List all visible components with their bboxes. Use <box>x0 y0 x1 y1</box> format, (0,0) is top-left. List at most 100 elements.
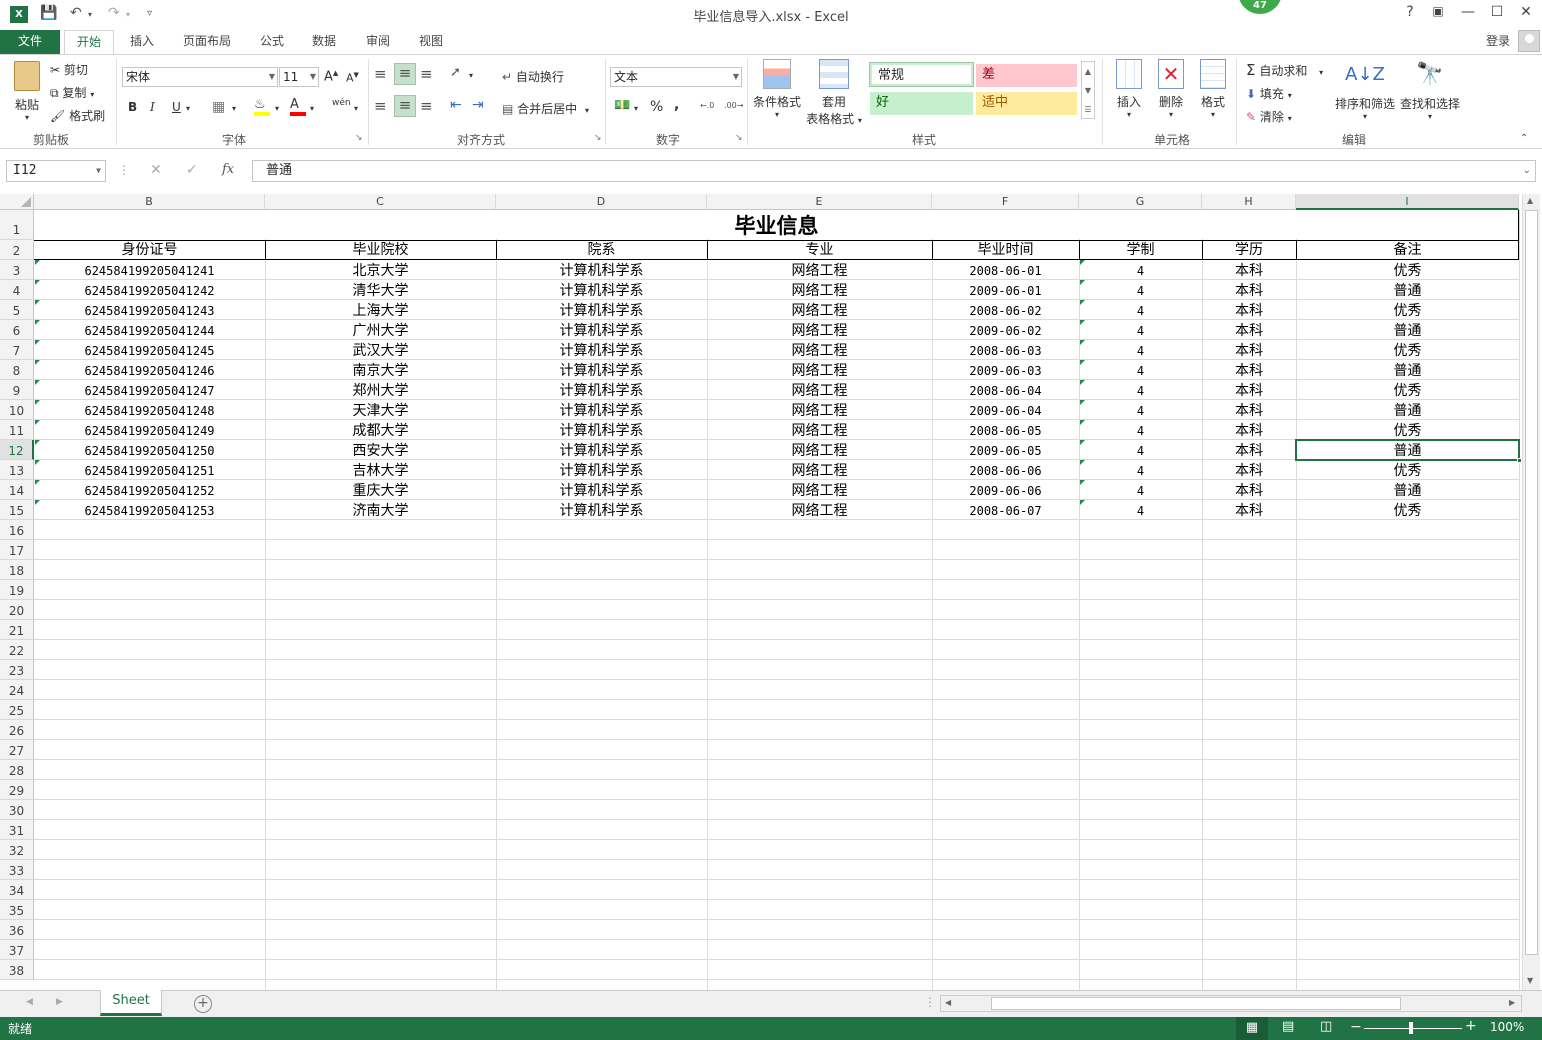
column-header-d[interactable]: D <box>496 194 707 210</box>
next-sheet-icon[interactable]: ▶ <box>56 997 63 1007</box>
table-cell[interactable]: 4 <box>1079 380 1202 400</box>
avatar[interactable] <box>1518 30 1540 52</box>
row-header-37[interactable]: 37 <box>0 940 34 960</box>
table-cell[interactable]: 624584199205041247 <box>34 380 265 400</box>
row-header-19[interactable]: 19 <box>0 580 34 600</box>
formula-input[interactable]: 普通 ⌄ <box>252 160 1536 182</box>
table-cell[interactable]: 西安大学 <box>265 440 496 460</box>
table-cell[interactable]: 上海大学 <box>265 300 496 320</box>
insert-function-icon[interactable]: fx <box>222 162 234 177</box>
sheet-title[interactable]: 毕业信息 <box>34 210 1519 240</box>
align-bottom-icon[interactable]: ≡ <box>420 65 433 83</box>
table-cell[interactable]: 2009-06-01 <box>932 280 1079 300</box>
tab-formulas[interactable]: 公式 <box>250 30 294 54</box>
table-cell[interactable]: 计算机科学系 <box>496 320 707 340</box>
decrease-decimal-icon[interactable]: .00→ <box>724 101 743 110</box>
scroll-up-icon[interactable]: ▲ <box>1527 196 1533 205</box>
table-cell[interactable]: 优秀 <box>1296 460 1519 480</box>
table-cell[interactable]: 广州大学 <box>265 320 496 340</box>
table-cell[interactable]: 4 <box>1079 420 1202 440</box>
table-cell[interactable]: 优秀 <box>1296 340 1519 360</box>
table-cell[interactable]: 624584199205041252 <box>34 480 265 500</box>
table-cell[interactable]: 2008-06-06 <box>932 460 1079 480</box>
table-cell[interactable]: 吉林大学 <box>265 460 496 480</box>
table-cell[interactable]: 网络工程 <box>707 340 932 360</box>
table-cell[interactable]: 计算机科学系 <box>496 420 707 440</box>
sort-filter-button[interactable]: A↓Z 排序和筛选 ▾ <box>1334 59 1396 121</box>
column-header-e[interactable]: E <box>707 194 932 210</box>
zoom-in-icon[interactable]: + <box>1465 1018 1477 1034</box>
wrap-text-button[interactable]: ↵ 自动换行 <box>502 68 564 85</box>
row-header-26[interactable]: 26 <box>0 720 34 740</box>
table-cell[interactable]: 本科 <box>1202 340 1296 360</box>
table-cell[interactable]: 网络工程 <box>707 500 932 520</box>
currency-icon[interactable]: 💵 <box>614 98 630 113</box>
shrink-font-button[interactable]: A▼ <box>346 71 359 85</box>
table-cell[interactable]: 清华大学 <box>265 280 496 300</box>
table-cell[interactable]: 网络工程 <box>707 460 932 480</box>
table-cell[interactable]: 天津大学 <box>265 400 496 420</box>
zoom-slider[interactable] <box>1364 1028 1462 1029</box>
horizontal-scroll-thumb[interactable] <box>991 997 1401 1010</box>
row-header-15[interactable]: 15 <box>0 500 34 520</box>
select-all-corner[interactable] <box>0 194 34 210</box>
column-title-cell[interactable]: 身份证号 <box>34 240 265 260</box>
fill-button[interactable]: ⬇ 填充 ▾ <box>1246 85 1292 102</box>
underline-dropdown-icon[interactable]: ▾ <box>186 104 190 113</box>
table-cell[interactable]: 北京大学 <box>265 260 496 280</box>
table-cell[interactable]: 624584199205041250 <box>34 440 265 460</box>
table-cell[interactable]: 624584199205041253 <box>34 500 265 520</box>
table-cell[interactable]: 计算机科学系 <box>496 440 707 460</box>
table-cell[interactable]: 4 <box>1079 340 1202 360</box>
table-cell[interactable]: 优秀 <box>1296 420 1519 440</box>
table-cell[interactable]: 计算机科学系 <box>496 500 707 520</box>
fill-color-button[interactable]: ♨ <box>254 97 270 116</box>
chevron-down-icon[interactable]: ▼ <box>96 161 101 181</box>
gallery-more-icon[interactable]: ☰ <box>1082 100 1094 119</box>
format-painter-button[interactable]: 🖌 格式刷 <box>50 107 105 124</box>
row-header-38[interactable]: 38 <box>0 960 34 980</box>
table-cell[interactable]: 重庆大学 <box>265 480 496 500</box>
table-cell[interactable]: 计算机科学系 <box>496 280 707 300</box>
row-header-18[interactable]: 18 <box>0 560 34 580</box>
column-header-g[interactable]: G <box>1079 194 1202 210</box>
row-header-4[interactable]: 4 <box>0 280 34 300</box>
column-title-cell[interactable]: 院系 <box>496 240 707 260</box>
table-cell[interactable]: 4 <box>1079 500 1202 520</box>
table-cell[interactable]: 本科 <box>1202 380 1296 400</box>
table-cell[interactable]: 郑州大学 <box>265 380 496 400</box>
table-cell[interactable]: 本科 <box>1202 460 1296 480</box>
table-cell[interactable]: 网络工程 <box>707 320 932 340</box>
table-cell[interactable]: 计算机科学系 <box>496 300 707 320</box>
vertical-scrollbar[interactable]: ▲ ▼ <box>1522 194 1540 990</box>
table-cell[interactable]: 2009-06-06 <box>932 480 1079 500</box>
scroll-right-icon[interactable]: ▶ <box>1509 998 1515 1007</box>
font-size-select[interactable]: 11 ▼ <box>279 67 319 87</box>
table-cell[interactable]: 网络工程 <box>707 400 932 420</box>
table-cell[interactable]: 网络工程 <box>707 280 932 300</box>
row-header-14[interactable]: 14 <box>0 480 34 500</box>
find-select-button[interactable]: 🔭 查找和选择 ▾ <box>1398 59 1462 121</box>
tab-review[interactable]: 审阅 <box>356 30 400 54</box>
table-cell[interactable]: 2009-06-02 <box>932 320 1079 340</box>
row-header-32[interactable]: 32 <box>0 840 34 860</box>
scroll-down-icon[interactable]: ▼ <box>1527 976 1533 985</box>
table-cell[interactable]: 2008-06-02 <box>932 300 1079 320</box>
style-neutral[interactable]: 适中 <box>976 92 1077 115</box>
table-cell[interactable]: 624584199205041243 <box>34 300 265 320</box>
table-cell[interactable]: 成都大学 <box>265 420 496 440</box>
column-header-h[interactable]: H <box>1202 194 1296 210</box>
table-cell[interactable]: 624584199205041246 <box>34 360 265 380</box>
merge-center-button[interactable]: ▤ 合并后居中 ▾ <box>502 100 589 117</box>
border-dropdown-icon[interactable]: ▾ <box>232 104 236 113</box>
tab-page-layout[interactable]: 页面布局 <box>174 30 240 54</box>
zoom-level[interactable]: 100% <box>1490 1020 1524 1034</box>
align-left-icon[interactable]: ≡ <box>374 97 387 115</box>
align-top-icon[interactable]: ≡ <box>374 65 387 83</box>
table-cell[interactable]: 624584199205041244 <box>34 320 265 340</box>
table-cell[interactable]: 4 <box>1079 320 1202 340</box>
style-good[interactable]: 好 <box>870 92 973 115</box>
table-cell[interactable]: 本科 <box>1202 300 1296 320</box>
tab-split-handle-icon[interactable]: ⋮ <box>924 995 936 1009</box>
table-cell[interactable]: 本科 <box>1202 320 1296 340</box>
